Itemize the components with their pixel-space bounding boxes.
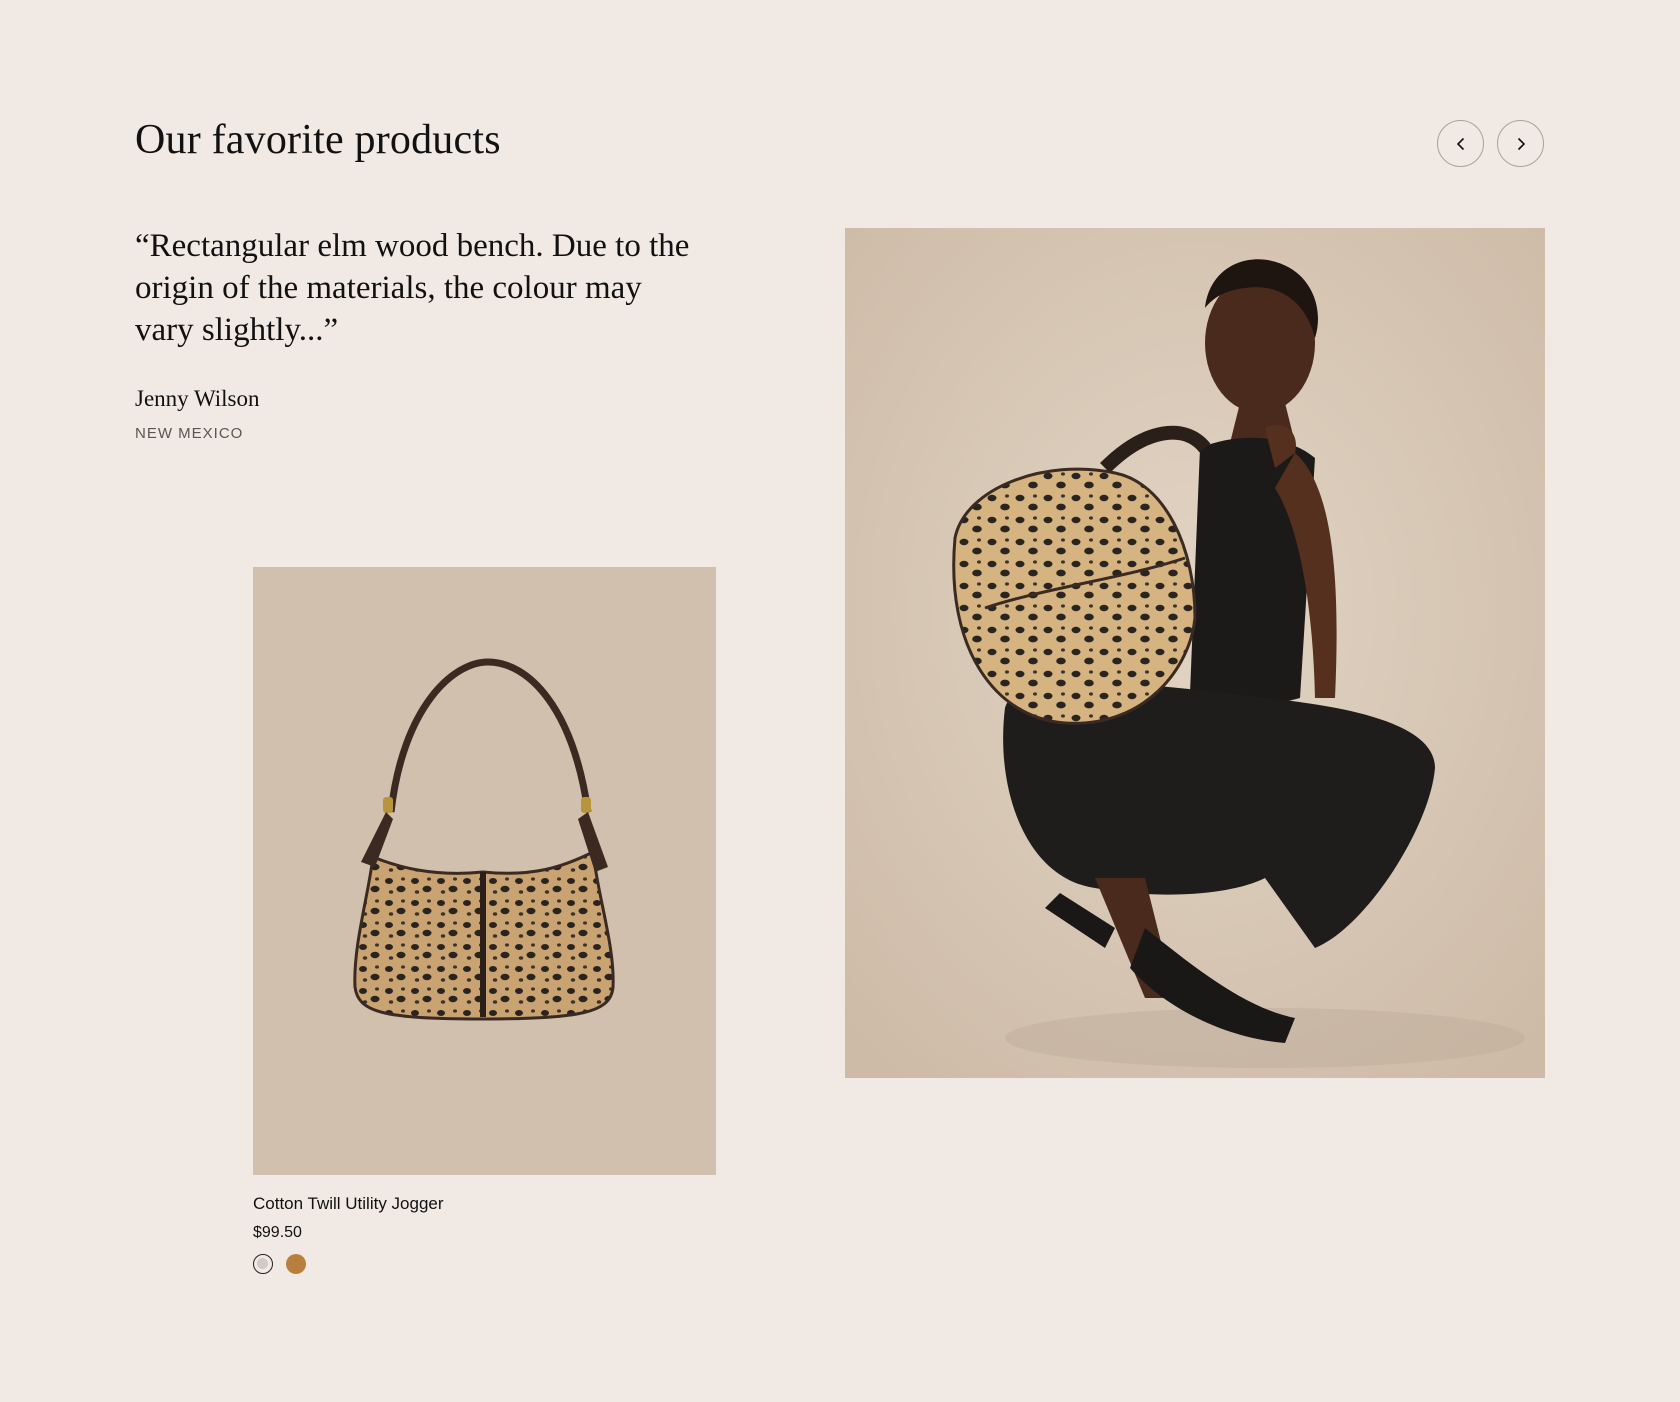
product-name[interactable]: Cotton Twill Utility Jogger (253, 1193, 444, 1215)
lifestyle-image (845, 228, 1545, 1078)
product-image[interactable] (253, 567, 716, 1175)
model-with-handbag-photo (845, 228, 1545, 1078)
testimonial-quote: “Rectangular elm wood bench. Due to the … (135, 228, 690, 348)
color-swatch-light-grey[interactable] (253, 1254, 273, 1274)
product-price: $99.50 (253, 1224, 302, 1241)
next-button[interactable] (1497, 120, 1544, 167)
color-swatch-tan[interactable] (286, 1254, 306, 1274)
product-card[interactable] (253, 567, 716, 1175)
handbag-image (353, 658, 615, 1021)
chevron-left-icon (1456, 137, 1464, 150)
testimonial-location: NEW MEXICO (135, 425, 244, 442)
chevron-right-icon (1517, 137, 1525, 150)
section-title: Our favorite products (135, 117, 501, 163)
testimonial-author: Jenny Wilson (135, 386, 260, 411)
previous-button[interactable] (1437, 120, 1484, 167)
